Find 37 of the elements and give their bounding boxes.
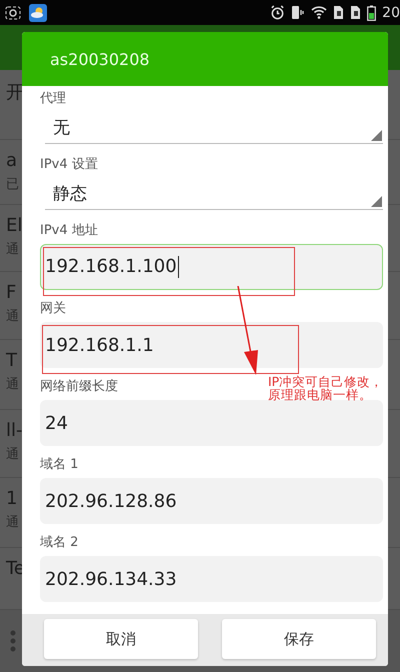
dropdown-field[interactable]: 无 bbox=[45, 111, 383, 144]
save-button[interactable]: 保存 bbox=[222, 619, 376, 659]
network-name: F bbox=[6, 282, 16, 303]
dropdown-corner-icon bbox=[371, 130, 382, 141]
sim-card-icon bbox=[350, 5, 362, 20]
field-label: 代理 bbox=[40, 90, 66, 108]
screenshot-icon bbox=[5, 6, 21, 20]
annotation-note: IP冲突可自己修改，原理跟电脑一样。 bbox=[268, 375, 384, 401]
field-label: 网络前缀长度 bbox=[40, 378, 118, 396]
cancel-button[interactable]: 取消 bbox=[44, 619, 198, 659]
input-field[interactable]: 202.96.128.86 bbox=[40, 478, 383, 524]
network-name: T bbox=[6, 350, 17, 371]
dropdown-field[interactable]: 静态 bbox=[45, 177, 383, 210]
alarm-icon bbox=[270, 5, 286, 20]
dialog-title: as20030208 bbox=[50, 50, 150, 68]
network-name: El bbox=[6, 215, 22, 236]
input-field[interactable]: 192.168.1.1 bbox=[40, 322, 383, 368]
battery-icon bbox=[367, 4, 376, 20]
field-label: 域名 1 bbox=[40, 456, 78, 474]
status-time: 20 bbox=[382, 4, 400, 20]
input-field[interactable]: 24 bbox=[40, 400, 383, 446]
field-label: 网关 bbox=[40, 300, 66, 318]
input-field[interactable]: 202.96.134.33 bbox=[40, 556, 383, 602]
network-name: a bbox=[6, 150, 18, 171]
dropdown-corner-icon bbox=[371, 196, 382, 207]
vibrate-phone-icon bbox=[291, 5, 306, 20]
sim-card-icon bbox=[333, 5, 344, 20]
network-name: 1 bbox=[6, 488, 18, 509]
network-name: 开 bbox=[6, 81, 24, 104]
field-label: IPv4 设置 bbox=[40, 156, 98, 174]
field-label: IPv4 地址 bbox=[40, 222, 98, 240]
input-field[interactable]: 192.168.1.100 bbox=[40, 244, 383, 290]
field-label: 域名 2 bbox=[40, 534, 78, 552]
weather-app-icon bbox=[29, 4, 47, 22]
wifi-icon bbox=[311, 6, 328, 19]
network-name: ll- bbox=[6, 420, 22, 441]
more-icon[interactable] bbox=[10, 630, 16, 652]
